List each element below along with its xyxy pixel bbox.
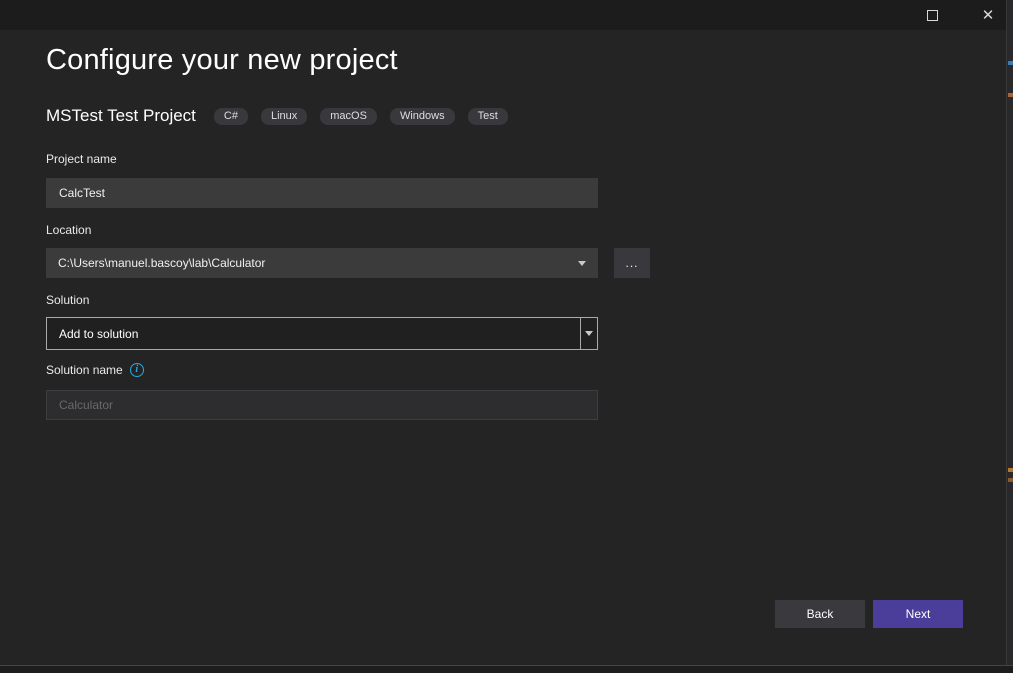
tag-windows: Windows [390,108,455,125]
solution-name-input [46,390,598,420]
tag-linux: Linux [261,108,307,125]
template-name: MSTest Test Project [46,106,196,126]
background-window-scrollbar [1006,0,1013,673]
next-button[interactable]: Next [873,600,963,628]
chevron-down-icon [578,261,586,266]
titlebar: ✕ [0,0,1013,30]
template-row: MSTest Test Project C# Linux macOS Windo… [46,106,521,126]
location-label: Location [46,223,91,237]
info-icon[interactable]: i [130,363,144,377]
location-combobox[interactable]: C:\Users\manuel.bascoy\lab\Calculator [46,248,598,278]
window-controls: ✕ [917,0,1003,30]
project-name-label: Project name [46,152,117,166]
browse-button[interactable]: ... [614,248,650,278]
project-name-input[interactable] [46,178,598,208]
tag-test: Test [468,108,508,125]
scrollbar-mark [1008,61,1013,65]
solution-value: Add to solution [47,318,580,349]
back-button[interactable]: Back [775,600,865,628]
location-value: C:\Users\manuel.bascoy\lab\Calculator [58,256,578,270]
tag-csharp: C# [214,108,248,125]
maximize-button[interactable] [917,1,947,29]
chevron-down-icon [585,331,593,336]
background-window-edge [0,665,1013,673]
scrollbar-mark [1008,93,1013,97]
solution-label: Solution [46,293,89,307]
scrollbar-mark [1008,468,1013,472]
close-button[interactable]: ✕ [973,1,1003,29]
tag-macos: macOS [320,108,377,125]
scrollbar-mark [1008,478,1013,482]
solution-dropdown-button[interactable] [580,318,597,349]
maximize-icon [927,10,938,21]
close-icon: ✕ [982,8,995,23]
page-title: Configure your new project [46,44,398,77]
solution-name-label: Solution name [46,363,123,377]
solution-combobox[interactable]: Add to solution [46,317,598,350]
solution-name-label-row: Solution name i [46,363,144,377]
